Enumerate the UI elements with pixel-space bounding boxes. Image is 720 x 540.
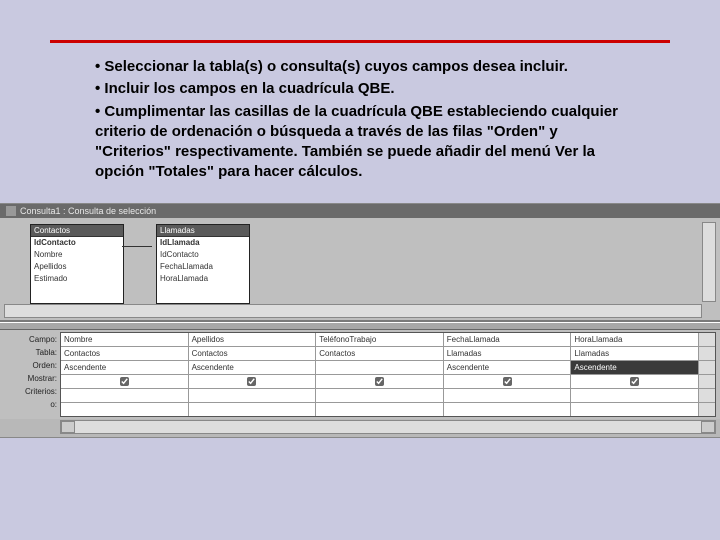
relationships-pane: ContactosIdContactoNombreApellidosEstima…: [0, 218, 720, 322]
qbe-criteria-cell[interactable]: [61, 389, 188, 402]
show-checkbox[interactable]: [630, 377, 639, 386]
qbe-row-label: Mostrar:: [4, 372, 60, 385]
qbe-cell: [699, 403, 715, 416]
qbe-or-cell[interactable]: [444, 403, 571, 416]
slide-text: • Seleccionar la tabla(s) o consulta(s) …: [50, 57, 670, 183]
qbe-table-cell[interactable]: Llamadas: [444, 347, 571, 360]
qbe-cell: [699, 375, 715, 388]
qbe-or-cell[interactable]: [189, 403, 316, 416]
table-header: Llamadas: [157, 225, 249, 237]
qbe-show-cell[interactable]: [316, 375, 443, 388]
bullet-item: • Incluir los campos en la cuadrícula QB…: [95, 79, 625, 99]
show-checkbox[interactable]: [247, 377, 256, 386]
show-checkbox[interactable]: [375, 377, 384, 386]
qbe-field-cell[interactable]: Nombre: [61, 333, 188, 346]
qbe-horizontal-scrollbar[interactable]: [60, 420, 716, 434]
qbe-sort-cell[interactable]: [316, 361, 443, 374]
qbe-grid[interactable]: NombreApellidosTeléfonoTrabajoFechaLlama…: [60, 332, 716, 417]
bullet-text: Seleccionar la tabla(s) o consulta(s) cu…: [104, 58, 568, 75]
qbe-cell: [699, 333, 715, 346]
qbe-cell: [699, 361, 715, 374]
vertical-scrollbar[interactable]: [702, 222, 716, 302]
qbe-cell: [699, 347, 715, 360]
qbe-row-label: o:: [4, 398, 60, 411]
qbe-sort-cell[interactable]: Ascendente: [444, 361, 571, 374]
qbe-row-label: Orden:: [4, 359, 60, 372]
join-line: [122, 246, 152, 247]
table-fieldlist[interactable]: LlamadasIdLlamadaIdContactoFechaLlamadaH…: [156, 224, 250, 304]
qbe-show-cell[interactable]: [189, 375, 316, 388]
qbe-show-cell[interactable]: [444, 375, 571, 388]
field-item[interactable]: Estimado: [31, 273, 123, 285]
qbe-sort-cell[interactable]: Ascendente: [189, 361, 316, 374]
field-item[interactable]: IdContacto: [157, 249, 249, 261]
qbe-criteria-cell[interactable]: [316, 389, 443, 402]
field-item[interactable]: IdContacto: [31, 237, 123, 249]
qbe-row-label: Tabla:: [4, 346, 60, 359]
show-checkbox[interactable]: [120, 377, 129, 386]
field-item[interactable]: HoraLlamada: [157, 273, 249, 285]
pane-splitter[interactable]: [0, 322, 720, 330]
qbe-sort-cell[interactable]: Ascendente: [571, 361, 698, 374]
qbe-table-cell[interactable]: Contactos: [316, 347, 443, 360]
table-header: Contactos: [31, 225, 123, 237]
qbe-criteria-cell[interactable]: [189, 389, 316, 402]
scroll-right-button[interactable]: [701, 421, 715, 433]
window-title: Consulta1 : Consulta de selección: [20, 206, 156, 216]
qbe-or-cell[interactable]: [61, 403, 188, 416]
qbe-or-cell[interactable]: [571, 403, 698, 416]
bullet-item: • Cumplimentar las casillas de la cuadrí…: [95, 102, 625, 183]
bullet-item: • Seleccionar la tabla(s) o consulta(s) …: [95, 57, 625, 77]
show-checkbox[interactable]: [503, 377, 512, 386]
qbe-table-cell[interactable]: Contactos: [189, 347, 316, 360]
qbe-row-labels: Campo:Tabla:Orden:Mostrar:Criterios:o:: [4, 332, 60, 417]
qbe-field-cell[interactable]: HoraLlamada: [571, 333, 698, 346]
qbe-table-cell[interactable]: Contactos: [61, 347, 188, 360]
qbe-or-cell[interactable]: [316, 403, 443, 416]
qbe-show-cell[interactable]: [571, 375, 698, 388]
access-screenshot: Consulta1 : Consulta de selección Contac…: [0, 203, 720, 438]
window-titlebar: Consulta1 : Consulta de selección: [0, 204, 720, 218]
qbe-field-cell[interactable]: TeléfonoTrabajo: [316, 333, 443, 346]
field-item[interactable]: Nombre: [31, 249, 123, 261]
field-item[interactable]: FechaLlamada: [157, 261, 249, 273]
bullet-text: Cumplimentar las casillas de la cuadrícu…: [95, 103, 618, 181]
qbe-field-cell[interactable]: FechaLlamada: [444, 333, 571, 346]
qbe-show-cell[interactable]: [61, 375, 188, 388]
divider-line: [50, 40, 670, 43]
qbe-row-label: Campo:: [4, 333, 60, 346]
qbe-criteria-cell[interactable]: [571, 389, 698, 402]
qbe-sort-cell[interactable]: Ascendente: [61, 361, 188, 374]
scroll-left-button[interactable]: [61, 421, 75, 433]
qbe-field-cell[interactable]: Apellidos: [189, 333, 316, 346]
horizontal-scrollbar[interactable]: [4, 304, 702, 318]
qbe-row-label: Criterios:: [4, 385, 60, 398]
qbe-table-cell[interactable]: Llamadas: [571, 347, 698, 360]
table-fieldlist[interactable]: ContactosIdContactoNombreApellidosEstima…: [30, 224, 124, 304]
bullet-text: Incluir los campos en la cuadrícula QBE.: [104, 80, 394, 97]
app-icon: [6, 206, 16, 216]
field-item[interactable]: IdLlamada: [157, 237, 249, 249]
qbe-criteria-cell[interactable]: [444, 389, 571, 402]
qbe-cell: [699, 389, 715, 402]
field-item[interactable]: Apellidos: [31, 261, 123, 273]
qbe-grid-area: Campo:Tabla:Orden:Mostrar:Criterios:o: N…: [0, 330, 720, 419]
